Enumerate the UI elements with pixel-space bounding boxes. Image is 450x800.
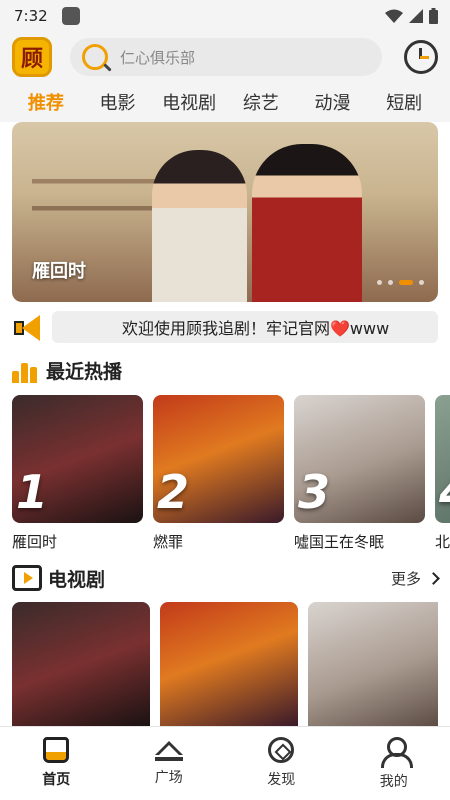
nav-label: 广场 [154, 770, 183, 786]
tv-poster[interactable] [308, 602, 438, 726]
carousel-dot[interactable] [377, 280, 382, 285]
home-icon [43, 737, 70, 763]
search-icon [82, 44, 108, 70]
more-label: 更多 [390, 569, 421, 588]
compass-icon [268, 737, 295, 763]
poster-image: 4 [435, 395, 450, 523]
nav-label: 我的 [379, 774, 408, 790]
hot-item[interactable]: 1 雁回时 [12, 395, 143, 555]
carousel-dot[interactable] [419, 280, 424, 285]
nav-label: 首页 [42, 772, 71, 788]
tv-icon [12, 565, 42, 591]
user-icon [380, 737, 413, 768]
tv-poster[interactable] [160, 602, 298, 726]
rank-number: 3 [298, 465, 331, 519]
tv-poster[interactable] [12, 602, 150, 726]
tv-section-header: 电视剧 更多 [12, 560, 440, 596]
hot-item[interactable]: 3 噓国王在冬眠 [294, 395, 425, 555]
hot-item-title: 燃罪 [153, 533, 184, 551]
rank-number: 1 [16, 465, 49, 519]
tab-movie[interactable]: 电影 [82, 89, 154, 115]
battery-icon [429, 8, 438, 24]
banner-artwork-actor [252, 144, 362, 302]
poster-image: 2 [153, 395, 284, 523]
tab-short-drama[interactable]: 短剧 [368, 89, 440, 115]
tab-variety[interactable]: 综艺 [225, 89, 297, 115]
nav-mine[interactable]: 我的 [338, 727, 450, 800]
hot-item-title: 噓国王在冬眠 [294, 533, 385, 551]
app-header: 顾 仁心俱乐部 [0, 32, 450, 82]
poster-image: 1 [12, 395, 143, 523]
hot-item[interactable]: 4 北上 [435, 395, 450, 555]
hot-section-header: 最近热播 [12, 352, 438, 388]
bottom-navigation: 首页 广场 发现 我的 [0, 726, 450, 800]
rank-number: 4 [439, 465, 450, 519]
tab-tv-series[interactable]: 电视剧 [153, 89, 225, 115]
nav-square[interactable]: 广场 [113, 727, 226, 800]
hot-list: 1 雁回时 2 燃罪 3 噓国王在冬眠 4 北上 [12, 395, 450, 555]
notification-icon [61, 7, 80, 25]
tv-list [12, 602, 438, 726]
tv-section-title: 电视剧 [48, 568, 106, 591]
signal-icon [409, 9, 423, 23]
chevron-right-icon [427, 571, 440, 585]
app-logo[interactable]: 顾 [12, 37, 52, 77]
tab-recommend[interactable]: 推荐 [10, 89, 82, 115]
nav-label: 发现 [267, 772, 296, 788]
hot-section-title: 最近热播 [46, 360, 123, 383]
search-input[interactable]: 仁心俱乐部 [120, 47, 195, 68]
hot-item-title: 雁回时 [12, 533, 58, 551]
nav-home[interactable]: 首页 [0, 727, 113, 800]
wifi-icon [385, 9, 403, 23]
carousel-dot-active[interactable] [399, 280, 413, 285]
search-bar[interactable]: 仁心俱乐部 [70, 38, 382, 76]
carousel-dot[interactable] [388, 280, 393, 285]
ranking-bars-icon [12, 357, 40, 383]
status-bar: 7:32 [0, 0, 450, 32]
banner-title: 雁回时 [32, 261, 86, 282]
notice-text: 欢迎使用顾我追剧！牢记官网❤️www [122, 319, 390, 338]
more-button[interactable]: 更多 [390, 568, 440, 589]
history-clock-icon[interactable] [404, 40, 438, 74]
featured-banner[interactable]: 雁回时 [12, 122, 438, 302]
hot-item[interactable]: 2 燃罪 [153, 395, 284, 555]
crown-icon [154, 737, 183, 761]
category-tabs: 推荐 电影 电视剧 综艺 动漫 短剧 [0, 82, 450, 122]
poster-image: 3 [294, 395, 425, 523]
banner-artwork-actress [152, 150, 247, 302]
rank-number: 2 [157, 465, 190, 519]
nav-discover[interactable]: 发现 [225, 727, 338, 800]
carousel-indicator [377, 280, 424, 285]
megaphone-icon [12, 311, 44, 343]
status-icons [385, 8, 438, 24]
status-time: 7:32 [14, 7, 48, 25]
notice-marquee[interactable]: 欢迎使用顾我追剧！牢记官网❤️www [52, 311, 438, 343]
notice-bar: 欢迎使用顾我追剧！牢记官网❤️www [12, 308, 438, 346]
tab-anime[interactable]: 动漫 [297, 89, 369, 115]
hot-item-title: 北上 [435, 533, 450, 551]
